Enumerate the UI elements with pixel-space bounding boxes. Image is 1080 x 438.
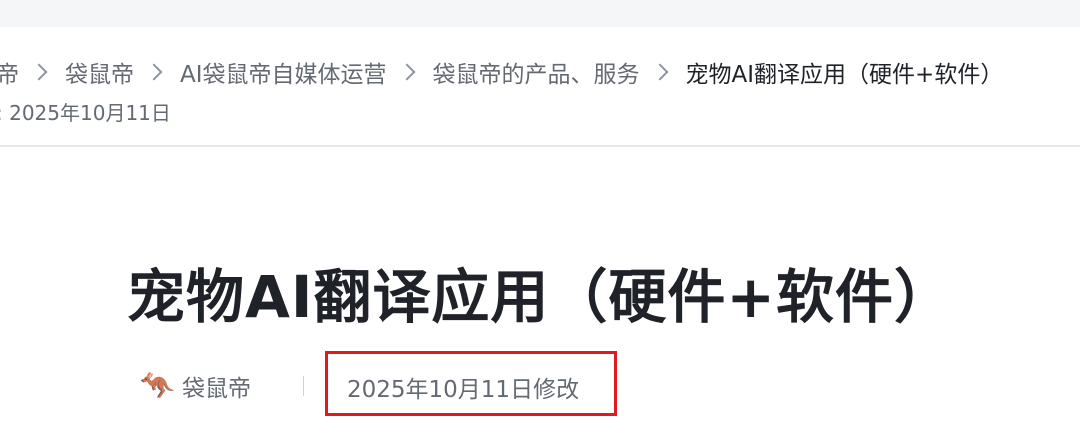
meta-divider [303,376,304,396]
breadcrumb-item-media-ops[interactable]: AI袋鼠帝自媒体运营 [180,55,387,89]
breadcrumb-item-author[interactable]: 袋鼠帝 [65,55,134,89]
breadcrumb-item-root[interactable]: 帝 [0,55,19,89]
chevron-right-icon [145,63,163,81]
document-meta: 🦘 袋鼠帝 [140,366,304,406]
breadcrumb-item-products[interactable]: 袋鼠帝的产品、服务 [433,55,640,89]
chevron-right-icon [651,63,669,81]
document-title: 宠物AI翻译应用（硬件+软件） [126,263,954,331]
kangaroo-boxing-icon[interactable]: 🦘 [140,370,175,402]
chevron-right-icon [30,63,48,81]
author-name[interactable]: 袋鼠帝 [182,369,251,403]
modified-date: 2025年10月11日修改 [347,377,580,403]
breadcrumb: 帝 袋鼠帝 AI袋鼠帝自媒体运营 袋鼠帝的产品、服务 宠物AI翻译应用（硬件+软… [0,56,1003,88]
top-bar [0,0,1080,27]
last-updated-text: : 2025年10月11日 [0,101,171,125]
header-divider [0,145,1080,147]
chevron-right-icon [398,63,416,81]
breadcrumb-item-current[interactable]: 宠物AI翻译应用（硬件+软件） [686,55,1004,89]
